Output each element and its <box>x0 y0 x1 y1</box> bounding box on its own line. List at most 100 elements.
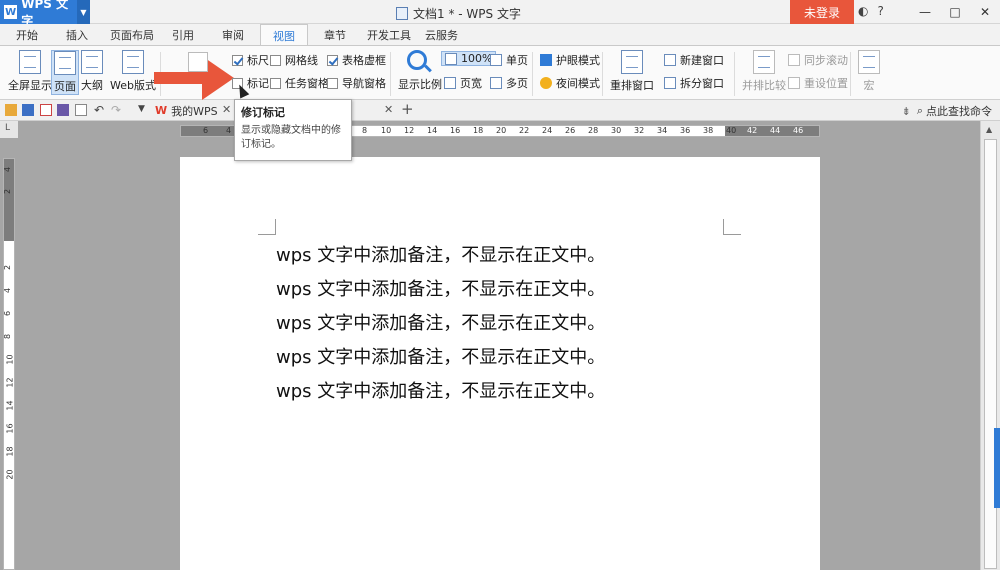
web-layout-icon <box>121 50 144 74</box>
new-tab-button[interactable]: + <box>401 100 414 118</box>
redo-icon[interactable]: ↷ <box>111 103 121 117</box>
document-line[interactable]: wps 文字中添加备注，不显示在正文中。 <box>276 343 605 369</box>
close-button[interactable]: ✕ <box>970 0 1000 24</box>
new-window-icon <box>664 54 676 66</box>
tab-home[interactable]: 开始 <box>16 27 38 43</box>
help-icon[interactable]: ? <box>877 4 883 18</box>
checkbox-icon <box>270 77 281 89</box>
new-window-button[interactable]: 新建窗口 <box>664 52 724 68</box>
filter-icon[interactable]: ⇟ <box>902 105 911 118</box>
customize-chevron-down-icon[interactable]: ▼ <box>138 104 145 114</box>
magnifier-icon <box>407 50 427 70</box>
shield-icon <box>540 54 552 66</box>
checkbox-icon <box>327 77 338 89</box>
arrange-window-icon <box>621 50 643 74</box>
gridlines-checkbox[interactable]: 网格线 <box>270 52 318 68</box>
tab-references[interactable]: 引用 <box>172 27 194 43</box>
ruler-checkbox[interactable]: 标尺 <box>232 52 269 68</box>
export-pdf-icon[interactable] <box>40 104 52 116</box>
document-icon <box>396 7 408 20</box>
table-grid-checkbox[interactable]: 表格虚框 <box>327 52 386 68</box>
scroll-up-icon[interactable]: ▲ <box>986 125 992 134</box>
fullscreen-icon <box>19 50 41 74</box>
side-panel-handle[interactable] <box>994 428 1000 508</box>
chevron-down-icon[interactable]: ▼ <box>76 0 90 24</box>
single-page-button[interactable]: 单页 <box>490 52 528 68</box>
close-tab-icon[interactable]: ✕ <box>384 103 393 116</box>
moon-icon <box>540 77 552 89</box>
tooltip: 修订标记 显示或隐藏文档中的修订标记。 <box>234 99 352 161</box>
ruler-large-icon <box>188 52 208 72</box>
side-by-side-icon <box>753 50 775 74</box>
minimize-button[interactable]: — <box>910 0 940 24</box>
split-window-button[interactable]: 拆分窗口 <box>664 75 724 91</box>
outline-icon <box>81 50 103 74</box>
arrange-window-button[interactable]: 重排窗口 <box>610 50 654 93</box>
split-window-icon <box>664 77 676 89</box>
fullscreen-button[interactable]: 全屏显示 <box>8 50 52 93</box>
side-by-side-button[interactable]: 并排比较 <box>742 50 786 93</box>
tab-insert[interactable]: 插入 <box>66 27 88 43</box>
sync-scroll-icon <box>788 54 800 66</box>
tab-review[interactable]: 审阅 <box>222 27 244 43</box>
checkbox-checked-icon <box>232 54 243 66</box>
search-command[interactable]: ⇟ ⌕ 点此查找命令 <box>902 103 992 119</box>
eye-mode-button[interactable]: 护眼模式 <box>540 52 600 68</box>
login-button[interactable]: 未登录 <box>790 0 854 24</box>
divider <box>850 52 851 96</box>
sync-scroll-button[interactable]: 同步滚动 <box>788 52 848 68</box>
tooltip-title: 修订标记 <box>241 106 285 119</box>
nav-pane-checkbox[interactable]: 导航窗格 <box>327 75 386 91</box>
task-pane-checkbox[interactable]: 任务窗格 <box>270 75 329 91</box>
save-icon[interactable] <box>22 104 34 116</box>
page-icon <box>54 51 76 75</box>
zoom-100-icon <box>445 52 457 65</box>
tab-page-layout[interactable]: 页面布局 <box>110 27 154 43</box>
checkbox-checked-icon <box>327 54 338 66</box>
quick-access-bar: ↶ ↷ ▼ W 我的WPS ✕ ✕ + ⇟ ⌕ 点此查找命令 <box>0 100 1000 121</box>
outline-view-button[interactable]: 大纲 <box>81 50 103 93</box>
document-page[interactable]: wps 文字中添加备注，不显示在正文中。 wps 文字中添加备注，不显示在正文中… <box>180 157 820 570</box>
zoom-100-button[interactable]: 100% <box>441 51 497 66</box>
page-width-button[interactable]: 页宽 <box>444 75 482 91</box>
document-line[interactable]: wps 文字中添加备注，不显示在正文中。 <box>276 275 605 301</box>
reset-position-icon <box>788 77 800 89</box>
multi-page-button[interactable]: 多页 <box>490 75 528 91</box>
tab-view[interactable]: 视图 <box>260 24 308 45</box>
ruler-corner[interactable] <box>0 121 18 138</box>
tab-chapter[interactable]: 章节 <box>324 27 346 43</box>
reset-position-button[interactable]: 重设位置 <box>788 75 848 91</box>
vertical-ruler[interactable]: 4 2 2 4 6 8 10 12 14 16 18 20 <box>3 158 15 570</box>
my-wps-tab[interactable]: W 我的WPS <box>155 100 218 121</box>
divider <box>602 52 603 96</box>
restore-button[interactable]: □ <box>940 0 970 24</box>
document-line[interactable]: wps 文字中添加备注，不显示在正文中。 <box>276 309 605 335</box>
checkbox-icon <box>270 54 281 66</box>
document-line[interactable]: wps 文字中添加备注，不显示在正文中。 <box>276 241 605 267</box>
open-folder-icon[interactable] <box>5 104 17 116</box>
page-view-button[interactable]: 页面 <box>51 50 79 95</box>
crop-mark <box>723 219 741 235</box>
divider <box>532 52 533 96</box>
print-icon[interactable] <box>57 104 69 116</box>
web-view-button[interactable]: Web版式 <box>110 50 156 93</box>
divider <box>390 52 391 96</box>
night-mode-button[interactable]: 夜间模式 <box>540 75 600 91</box>
window-title: 文档1 * - WPS 文字 <box>396 5 521 22</box>
divider <box>734 52 735 96</box>
macro-button[interactable]: 宏 <box>858 50 880 93</box>
print-preview-icon[interactable] <box>75 104 87 116</box>
app-menu-button[interactable]: W WPS 文字 ▼ <box>0 0 90 28</box>
page-width-icon <box>444 77 456 89</box>
skin-icon[interactable]: ◐ <box>858 4 868 18</box>
tab-cloud[interactable]: 云服务 <box>425 27 458 43</box>
document-line[interactable]: wps 文字中添加备注，不显示在正文中。 <box>276 377 605 403</box>
search-icon: ⌕ <box>916 104 923 117</box>
wps-logo-icon: W <box>4 5 18 19</box>
multi-page-icon <box>490 77 502 89</box>
zoom-button[interactable]: 显示比例 <box>398 76 442 92</box>
close-tab-icon[interactable]: ✕ <box>222 103 231 116</box>
undo-icon[interactable]: ↶ <box>94 103 104 117</box>
menu-bar: 开始 插入 页面布局 引用 审阅 视图 章节 开发工具 云服务 <box>0 24 1000 45</box>
tab-developer[interactable]: 开发工具 <box>367 27 411 43</box>
